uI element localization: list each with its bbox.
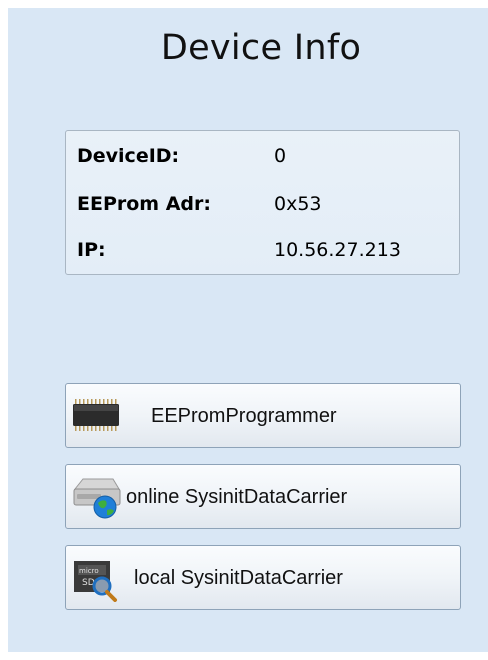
device-id-label: DeviceID: [77, 145, 180, 167]
eeprom-programmer-label: EEPromProgrammer [151, 405, 337, 427]
page-title: Device Info [160, 28, 362, 68]
ip-label: IP: [77, 239, 106, 261]
device-id-value: 0 [274, 145, 287, 167]
network-drive-icon [73, 478, 121, 519]
microsd-search-icon: micro SD [74, 561, 117, 602]
eeprom-adr-label: EEProm Adr: [77, 193, 211, 215]
online-sysinit-button[interactable]: online SysinitDataCarrier [65, 464, 461, 529]
local-sysinit-label: local SysinitDataCarrier [134, 567, 343, 589]
online-sysinit-label: online SysinitDataCarrier [126, 486, 348, 508]
eeprom-programmer-button[interactable]: EEPromProgrammer [65, 383, 461, 448]
device-info-box: DeviceID: 0 EEProm Adr: 0x53 IP: 10.56.2… [65, 130, 460, 275]
ip-value: 10.56.27.213 [274, 239, 401, 261]
svg-text:micro: micro [79, 567, 99, 575]
eeprom-adr-value: 0x53 [274, 193, 322, 215]
chip-icon [73, 399, 119, 431]
local-sysinit-button[interactable]: micro SD local SysinitDataCarrier [65, 545, 461, 610]
device-info-panel: Device Info DeviceID: 0 EEProm Adr: 0x53… [8, 8, 488, 652]
